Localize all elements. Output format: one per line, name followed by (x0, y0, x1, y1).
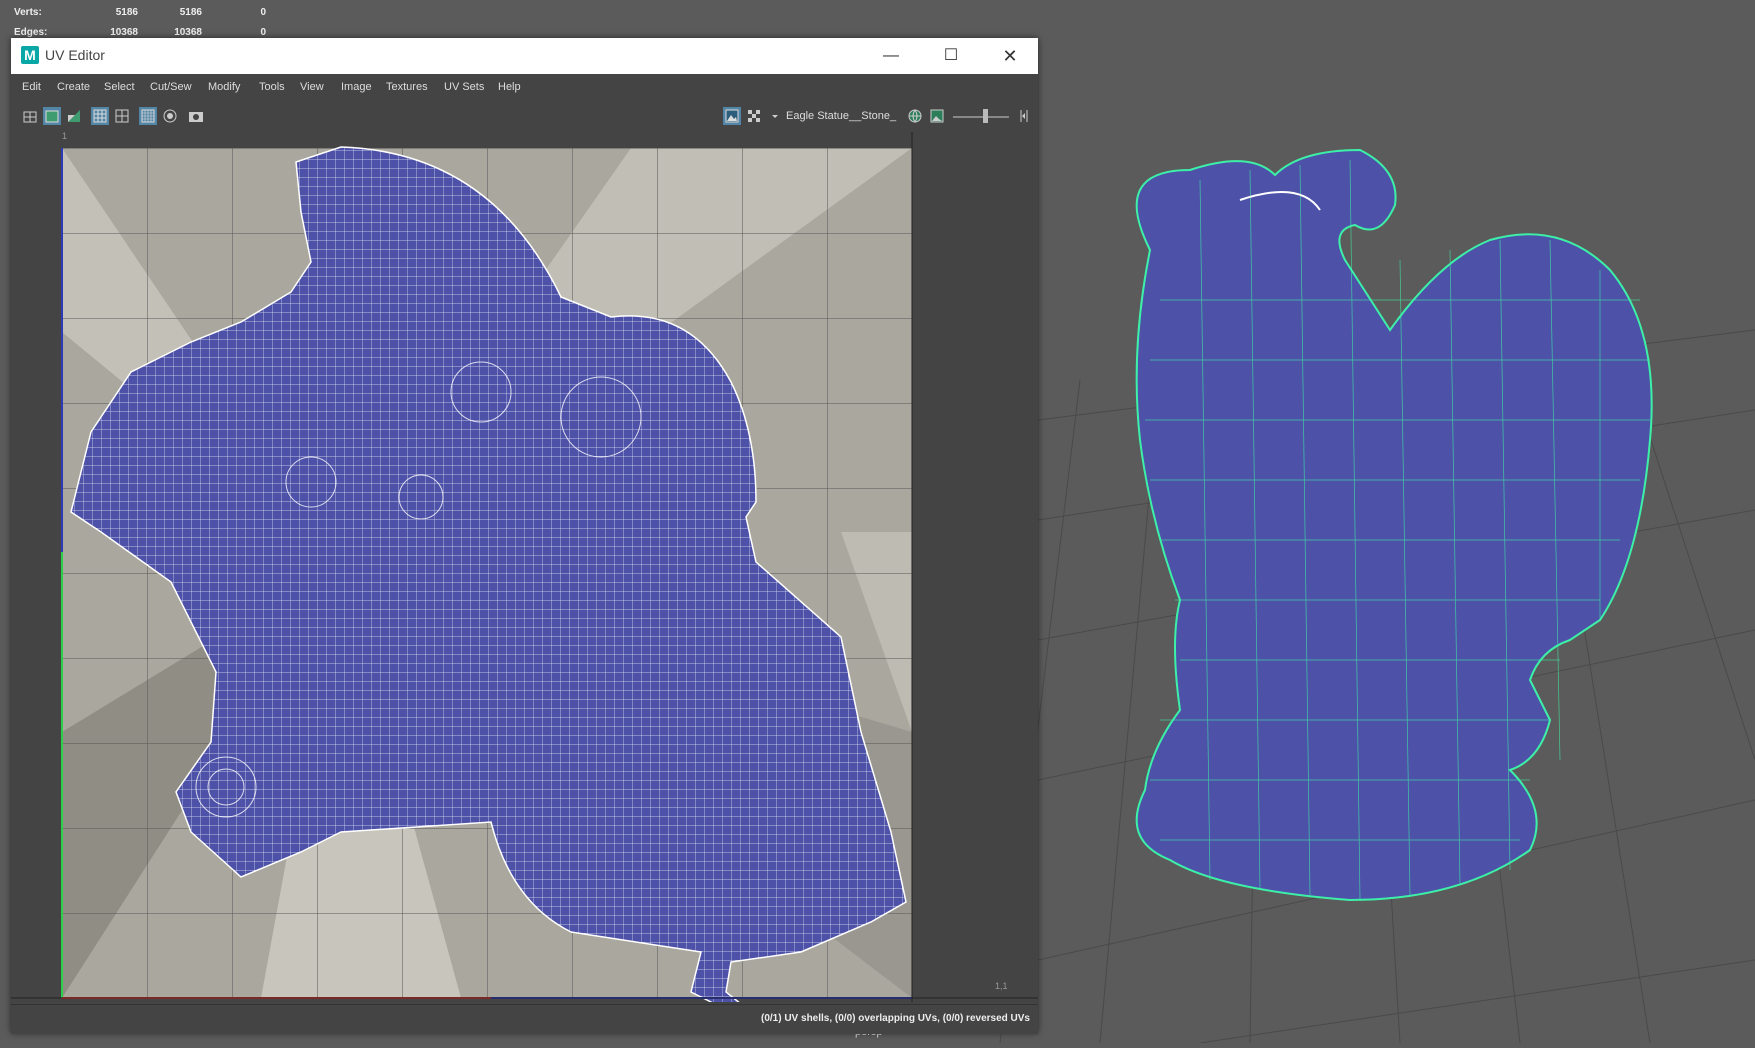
grid-icon[interactable] (91, 107, 109, 125)
verts-value-c: 0 (260, 6, 266, 18)
maya-logo-icon: M (21, 46, 39, 64)
eagle-statue-model (1135, 148, 1653, 902)
uv-status-bar: (0/1) UV shells, (0/0) overlapping UVs, … (11, 1004, 1038, 1034)
verts-row: Verts: 5186 5186 0 (14, 2, 266, 22)
menu-help[interactable]: Help (498, 81, 521, 93)
exposure-slider[interactable] (953, 116, 1009, 118)
uv-editor-window[interactable]: M UV Editor — ☐ ✕ Edit Create Select Cut… (11, 38, 1038, 1034)
uv-shell-status: (0/1) UV shells, (0/0) overlapping UVs, … (761, 1013, 1030, 1024)
menu-image[interactable]: Image (341, 81, 372, 93)
edges-value-c: 0 (260, 26, 266, 38)
menu-modify[interactable]: Modify (208, 81, 240, 93)
texture-name-field[interactable]: Eagle Statue__Stone_ (786, 110, 896, 122)
edges-value-a: 10368 (110, 26, 138, 38)
menu-edit[interactable]: Edit (22, 81, 41, 93)
menu-create[interactable]: Create (57, 81, 90, 93)
uv-canvas[interactable]: 1 1,1 (11, 132, 1038, 1002)
window-title: UV Editor (45, 47, 105, 63)
edges-value-b: 10368 (174, 26, 202, 38)
menu-view[interactable]: View (300, 81, 324, 93)
menu-uv-sets[interactable]: UV Sets (444, 81, 484, 93)
uv-toolbar: Eagle Statue__Stone_ (11, 100, 1038, 133)
checker-icon[interactable] (745, 107, 763, 125)
more-icon[interactable] (1015, 107, 1029, 125)
window-titlebar[interactable]: M UV Editor — ☐ ✕ (11, 38, 1038, 74)
menu-cut-sew[interactable]: Cut/Sew (150, 81, 192, 93)
shaded-uv-icon[interactable] (43, 107, 61, 125)
texture-image-icon[interactable] (928, 107, 946, 125)
minimize-button[interactable]: — (871, 42, 911, 70)
menu-textures[interactable]: Textures (386, 81, 428, 93)
pixel-snap-icon[interactable] (139, 107, 157, 125)
wireframe-icon[interactable] (21, 107, 39, 125)
poly-count-hud: Verts: 5186 5186 0 Edges: 10368 10368 0 (14, 2, 266, 42)
dropdown-icon[interactable] (766, 107, 778, 125)
isolate-icon[interactable] (161, 107, 179, 125)
uv-corner-label: 1,1 (995, 981, 1008, 991)
snapshot-icon[interactable] (187, 107, 205, 125)
distortion-icon[interactable] (65, 107, 83, 125)
texture-globe-icon[interactable] (906, 107, 924, 125)
image-display-icon[interactable] (723, 107, 741, 125)
menu-bar: Edit Create Select Cut/Sew Modify Tools … (11, 74, 1038, 100)
close-button[interactable]: ✕ (990, 42, 1030, 70)
uv-top-tick-label: 1 (62, 132, 68, 141)
maximize-button[interactable]: ☐ (931, 42, 971, 70)
edges-label: Edges: (14, 26, 48, 38)
verts-value-a: 5186 (115, 6, 138, 18)
verts-label: Verts: (14, 6, 42, 18)
exposure-slider-thumb[interactable] (983, 109, 988, 123)
menu-select[interactable]: Select (104, 81, 135, 93)
menu-tools[interactable]: Tools (259, 81, 285, 93)
verts-value-b: 5186 (179, 6, 202, 18)
snap-grid-icon[interactable] (113, 107, 131, 125)
uv-texture-space[interactable] (11, 132, 1038, 1002)
